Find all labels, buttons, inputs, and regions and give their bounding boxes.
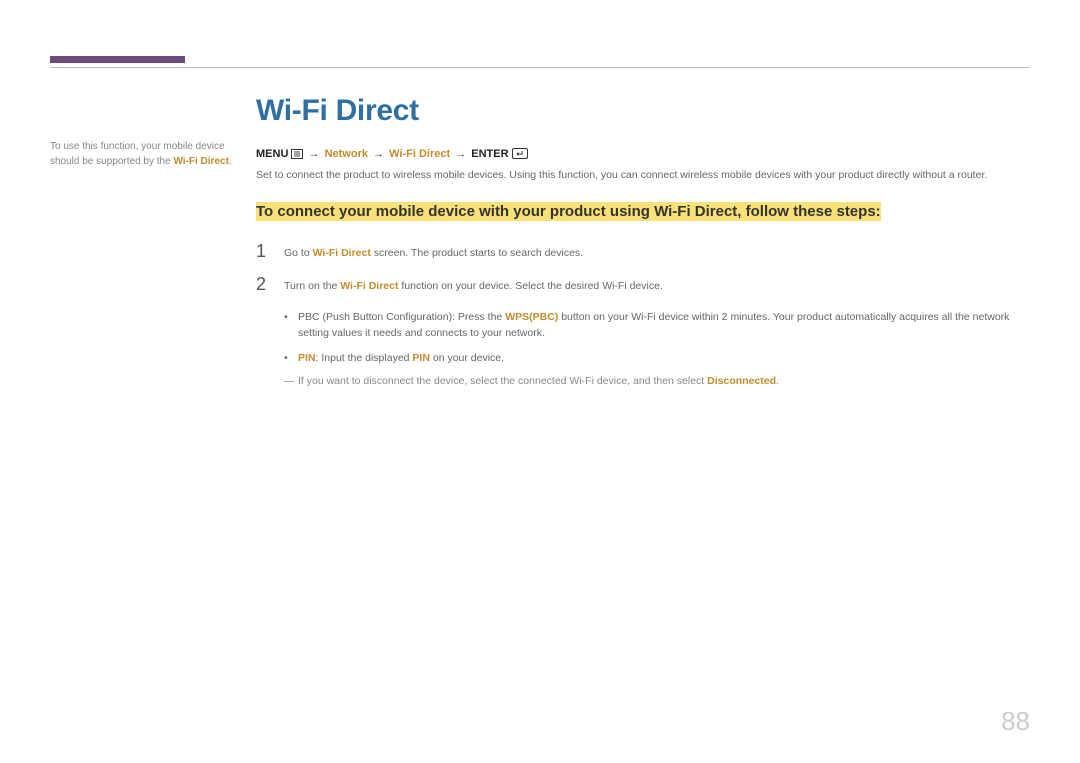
footnote: If you want to disconnect the device, se…: [256, 374, 1030, 390]
bullet-1-body: PBC (Push Button Configuration): Press t…: [298, 309, 1030, 342]
sidebar-line2c: .: [229, 156, 232, 167]
enter-icon: [512, 148, 528, 162]
step-2-number: 2: [256, 275, 284, 293]
bullet-2-body: PIN: Input the displayed PIN on your dev…: [298, 350, 504, 366]
nav-arrow-2: →: [371, 148, 386, 160]
bullet-1-a: PBC (Push Button Configuration): Press t…: [298, 311, 505, 323]
step-1-number: 1: [256, 242, 284, 260]
main-content: Wi-Fi Direct MENU → Network → Wi-Fi Dire…: [256, 94, 1030, 390]
nav-network: Network: [325, 148, 368, 160]
sidebar-line1: To use this function, your mobile device: [50, 141, 225, 152]
section-heading: To connect your mobile device with your …: [256, 202, 881, 221]
footnote-c: .: [776, 375, 779, 387]
footnote-dash-icon: [284, 381, 294, 382]
bullet-2-b: : Input the displayed: [316, 352, 413, 364]
step-1-b: Wi-Fi Direct: [313, 247, 371, 259]
page-number: 88: [1001, 706, 1030, 737]
header-rule: [50, 67, 1030, 68]
bullet-2-d: on your device.: [430, 352, 504, 364]
nav-arrow-1: →: [307, 148, 322, 160]
bullet-1: • PBC (Push Button Configuration): Press…: [284, 309, 1030, 342]
step-2-c: function on your device. Select the desi…: [398, 280, 662, 292]
step-2-body: Turn on the Wi-Fi Direct function on you…: [284, 275, 663, 295]
step-1-c: screen. The product starts to search dev…: [371, 247, 583, 259]
footnote-a: If you want to disconnect the device, se…: [298, 375, 707, 387]
step-1: 1 Go to Wi-Fi Direct screen. The product…: [256, 242, 1030, 262]
step-2-a: Turn on the: [284, 280, 340, 292]
step-2: 2 Turn on the Wi-Fi Direct function on y…: [256, 275, 1030, 295]
bullet-dot: •: [284, 309, 298, 342]
sidebar-line2a: should be supported by the: [50, 156, 173, 167]
bullet-list: • PBC (Push Button Configuration): Press…: [256, 309, 1030, 366]
sidebar-note: To use this function, your mobile device…: [50, 140, 246, 169]
nav-arrow-3: →: [453, 148, 468, 160]
step-2-b: Wi-Fi Direct: [340, 280, 398, 292]
footnote-b: Disconnected: [707, 375, 776, 387]
nav-enter: ENTER: [471, 148, 508, 160]
section-heading-wrap: To connect your mobile device with your …: [256, 201, 1030, 224]
menu-icon: [291, 149, 303, 162]
sidebar-wifidirect: Wi-Fi Direct: [173, 156, 228, 167]
nav-wifidirect: Wi-Fi Direct: [389, 148, 450, 160]
footnote-body: If you want to disconnect the device, se…: [298, 374, 779, 390]
nav-menu: MENU: [256, 148, 288, 160]
bullet-1-b: WPS(PBC): [505, 311, 558, 323]
bullet-2-c: PIN: [412, 352, 430, 364]
intro-text: Set to connect the product to wireless m…: [256, 168, 1030, 183]
bullet-2: • PIN: Input the displayed PIN on your d…: [284, 350, 1030, 366]
menu-path: MENU → Network → Wi-Fi Direct → ENTER: [256, 148, 1030, 162]
step-1-body: Go to Wi-Fi Direct screen. The product s…: [284, 242, 583, 262]
step-1-a: Go to: [284, 247, 313, 259]
header-accent-bar: [50, 56, 185, 63]
bullet-dot: •: [284, 350, 298, 366]
bullet-2-a: PIN: [298, 352, 316, 364]
steps-list: 1 Go to Wi-Fi Direct screen. The product…: [256, 242, 1030, 296]
page-title: Wi-Fi Direct: [256, 94, 1030, 128]
